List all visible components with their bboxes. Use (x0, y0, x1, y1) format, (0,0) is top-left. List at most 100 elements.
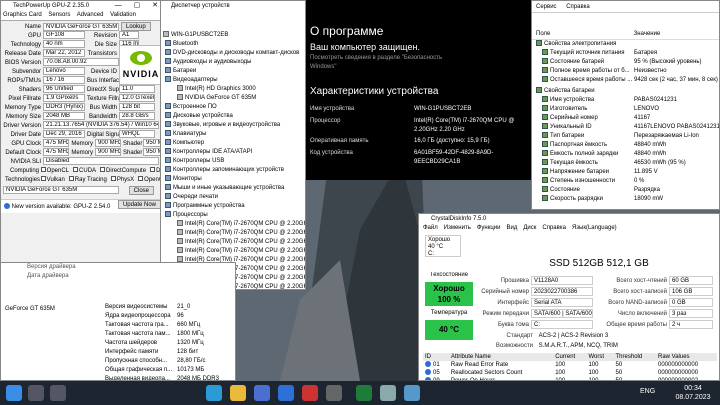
field-label: BIOS Version (4, 59, 41, 66)
drive-details-left: Прошивка V1128A0 Серийный номер 20230227003… (477, 276, 599, 331)
device-item[interactable]: Intel(R) HD Graphics 3000 (161, 85, 305, 94)
tray-lang[interactable]: ENG (640, 388, 655, 395)
gpu-info-top: Версия драйвера Дата драйвера (1, 263, 235, 281)
tab-validation[interactable]: Validation (110, 12, 136, 18)
smart-col-header[interactable]: Current (553, 353, 586, 361)
lookup-button[interactable]: Lookup (121, 22, 151, 31)
device-item[interactable]: Аудиовходы и аудиовыходы (161, 58, 305, 67)
smart-col-header[interactable]: Worst (586, 353, 613, 361)
tab-advanced[interactable]: Advanced (77, 12, 104, 18)
device-item[interactable]: Контроллеры USB (161, 157, 305, 166)
device-item[interactable]: Звуковые, игровые и видеоустройства (161, 121, 305, 130)
spec-key: Процессор (310, 118, 341, 124)
device-item[interactable]: Клавиатуры (161, 130, 305, 139)
cdi-menu-item[interactable]: Функции (477, 225, 501, 231)
gpuz-row: Driver Date Dec 29, 2016 Digital Signature… (3, 130, 163, 139)
device-item[interactable]: Мыши и иные указывающие устройства (161, 184, 305, 193)
drive-model: SSD 512GB 512,1 GB (549, 258, 649, 269)
cdi-titlebar[interactable]: CrystalDiskInfo 7.5.0 (419, 214, 719, 224)
device-item[interactable]: Процессоры (161, 211, 305, 220)
devmgr-titlebar[interactable]: Диспетчер устройств (161, 1, 305, 11)
cdi-menu-item[interactable]: Изменить (444, 225, 471, 231)
smart-col-header[interactable]: Threshold (614, 353, 656, 361)
gpuz-taskbar-icon[interactable] (302, 385, 318, 401)
tree-root[interactable]: WIN-G1PUSBCT2EB (161, 31, 305, 40)
specs-heading: Характеристики устройства (310, 86, 439, 97)
smart-col-header[interactable]: Raw Values (656, 353, 717, 361)
edge-icon[interactable] (206, 385, 222, 401)
battery-row: Скорость разрядки 18090 mW (532, 195, 719, 204)
mail-icon[interactable] (278, 385, 294, 401)
gpuz-titlebar[interactable]: TechPowerUp GPU-Z 2.35.0 — ▢ ✕ (1, 1, 165, 11)
device-item[interactable]: Программные устройства (161, 202, 305, 211)
field-label: Bus Interface (87, 77, 123, 84)
devmgr-taskbar-icon[interactable] (380, 385, 396, 401)
crystaldisk-taskbar-icon[interactable] (404, 385, 420, 401)
device-item[interactable]: Контроллеры запоминающих устройств (161, 166, 305, 175)
power-list: Текущий источник питания Батарея Состояние… (532, 49, 719, 85)
aida-icon[interactable] (356, 385, 372, 401)
device-item[interactable]: Bluetooth (161, 40, 305, 49)
search-icon[interactable] (28, 385, 44, 401)
device-item[interactable]: Intel(R) Core(TM) i7-2670QM CPU @ 2.20GH… (161, 247, 305, 256)
cdi-menu-item[interactable]: Справка (542, 225, 566, 231)
store-icon[interactable] (254, 385, 270, 401)
tab-graphics-card[interactable]: Graphics Card (3, 12, 42, 18)
device-item[interactable]: DVD-дисководы и дисководы компакт-дисков (161, 49, 305, 58)
tab-sensors[interactable]: Sensors (48, 12, 70, 18)
computing-checkbox[interactable]: OpenCL (40, 167, 69, 174)
security-link[interactable]: Посмотреть сведения в разделе "Безопасно… (310, 54, 460, 72)
update-now-button[interactable]: Update Now (117, 200, 161, 209)
drive-tab[interactable]: Хорошо 40 °C C: (425, 235, 461, 257)
cdi-menu-item[interactable]: Язык(Language) (572, 225, 617, 231)
field-label: NVIDIA SLI (10, 158, 41, 165)
device-item[interactable]: Intel(R) Core(TM) i7-2670QM CPU @ 2.20GH… (161, 238, 305, 247)
window-controls[interactable]: — ▢ ✕ (115, 1, 163, 11)
cdi-menu-item[interactable]: Вид (506, 225, 517, 231)
menu-service[interactable]: Сервис (536, 4, 557, 10)
vendor-logo-text: NVIDIA (122, 69, 160, 79)
device-item[interactable]: Intel(R) Core(TM) i7-2670QM CPU @ 2.20GH… (161, 229, 305, 238)
computing-checkbox[interactable]: CUDA (73, 167, 96, 174)
device-item[interactable]: Контроллеры IDE ATA/ATAPI (161, 148, 305, 157)
device-item[interactable]: Очереди печати (161, 193, 305, 202)
smart-row[interactable]: 05 Reallocated Sectors Count 100 100 50 00000… (423, 369, 717, 377)
cdi-detail-row: Буква тома C: (477, 320, 599, 331)
gpu-select[interactable]: NVIDIA GeForce GT 635M (3, 186, 119, 195)
smart-row[interactable]: 01 Raw Read Error Rate 100 100 50 00000000000… (423, 361, 717, 369)
device-item[interactable]: NVIDIA GeForce GT 635M (161, 94, 305, 103)
menu-help[interactable]: Справка (566, 4, 590, 10)
technologies-checkbox[interactable]: Vulkan (40, 176, 65, 183)
explorer-icon[interactable] (230, 385, 246, 401)
technologies-checkbox[interactable]: Ray Tracing (68, 176, 107, 183)
device-item[interactable]: Дисковые устройства (161, 112, 305, 121)
smart-col-header[interactable]: Attribute Name (449, 353, 553, 361)
col-value[interactable]: Значение (634, 31, 661, 37)
settings-icon[interactable] (326, 385, 342, 401)
spec-key: Имя устройства (310, 106, 355, 112)
col-field[interactable]: Поле (536, 29, 632, 39)
smart-col-header[interactable]: ID (423, 353, 449, 361)
cdi-menu-item[interactable]: Файл (423, 225, 438, 231)
computing-checkbox[interactable]: DirectCompute (100, 167, 146, 174)
technologies-row: Technologies Vulkan Ray Tracing PhysX OpenG… (1, 176, 165, 185)
cdi-menu-item[interactable]: Диск (523, 225, 536, 231)
start-icon[interactable] (6, 385, 22, 401)
root-label: WIN-G1PUSBCT2EB (171, 32, 229, 38)
device-item[interactable]: Мониторы (161, 175, 305, 184)
device-item[interactable]: Видеоадаптеры (161, 76, 305, 85)
battery-key: Состояние (550, 187, 580, 193)
cdi-detail-value: 0 GB (669, 298, 713, 307)
device-item[interactable]: Компьютер (161, 139, 305, 148)
tray-clock[interactable]: 00:34 08.07.2023 (670, 384, 716, 402)
gpu-info-key: Ядра видеопроцессора (105, 313, 171, 319)
device-item[interactable]: Intel(R) Core(TM) i7-2670QM CPU @ 2.20GH… (161, 220, 305, 229)
task-view-icon[interactable] (50, 385, 66, 401)
smart-cell: Reallocated Sectors Count (449, 369, 553, 377)
device-item[interactable]: Батареи (161, 67, 305, 76)
device-item[interactable]: Встроенное ПО (161, 103, 305, 112)
field-label: Pixel Fillrate (8, 95, 41, 102)
close-button[interactable]: Close (128, 185, 155, 195)
technologies-checkbox[interactable]: PhysX (110, 176, 134, 183)
device-label: Контроллеры IDE ATA/ATAPI (173, 149, 253, 155)
